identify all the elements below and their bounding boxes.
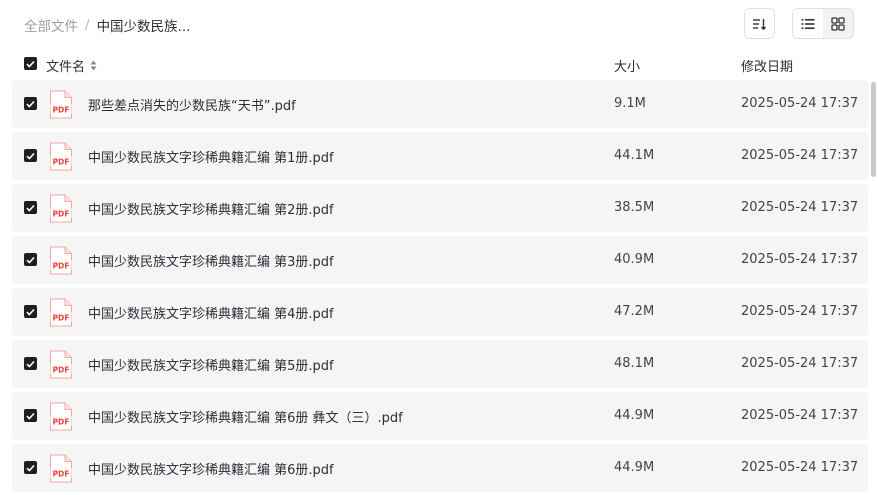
list-view-icon: [801, 18, 815, 29]
file-list: PDF 那些差点消失的少数民族“天书”.pdf 9.1M 2025-05-24 17:…: [12, 80, 868, 495]
checkmark-icon: [26, 204, 35, 212]
grid-view-icon: [831, 16, 845, 31]
top-bar: 全部文件 / 中国少数民族...: [0, 0, 878, 48]
row-checkbox[interactable]: [24, 357, 37, 370]
file-date: 2025-05-24 17:37: [741, 252, 859, 267]
checkmark-icon: [26, 308, 35, 316]
pdf-label: PDF: [53, 158, 70, 167]
checkmark-icon: [26, 412, 35, 420]
checkmark-icon: [26, 152, 35, 160]
file-date: 2025-05-24 17:37: [741, 460, 859, 475]
row-checkbox[interactable]: [24, 97, 37, 110]
sort-button[interactable]: [744, 8, 775, 39]
file-row[interactable]: PDF 中国少数民族文字珍稀典籍汇编 第1册.pdf 44.1M 2025-05-24…: [12, 132, 868, 180]
pdf-file-icon: PDF: [50, 402, 72, 431]
file-size: 40.9M: [614, 252, 655, 267]
file-row[interactable]: PDF 中国少数民族文字珍稀典籍汇编 第6册.pdf 44.9M 2025-05-24…: [12, 444, 868, 492]
row-checkbox[interactable]: [24, 461, 37, 474]
file-row[interactable]: PDF 中国少数民族文字珍稀典籍汇编 第5册.pdf 48.1M 2025-05-24…: [12, 340, 868, 388]
pdf-label: PDF: [53, 314, 70, 323]
pdf-file-icon: PDF: [50, 454, 72, 483]
file-name[interactable]: 那些差点消失的少数民族“天书”.pdf: [88, 95, 296, 114]
file-size: 47.2M: [614, 304, 655, 319]
row-checkbox[interactable]: [24, 201, 37, 214]
sort-icon: [753, 18, 767, 30]
table-header: 文件名 大小 修改日期: [12, 52, 868, 76]
grid-view-button[interactable]: [823, 9, 853, 38]
column-header-modified[interactable]: 修改日期: [741, 56, 793, 75]
column-header-name[interactable]: 文件名: [46, 56, 97, 75]
row-checkbox[interactable]: [24, 253, 37, 266]
file-name[interactable]: 中国少数民族文字珍稀典籍汇编 第1册.pdf: [88, 147, 334, 166]
file-date: 2025-05-24 17:37: [741, 148, 859, 163]
row-checkbox[interactable]: [24, 409, 37, 422]
checkmark-icon: [26, 464, 35, 472]
breadcrumb-separator: /: [85, 17, 90, 33]
pdf-file-icon: PDF: [50, 350, 72, 379]
file-size: 9.1M: [614, 96, 646, 111]
sort-caret-icon: [90, 60, 97, 71]
pdf-label: PDF: [53, 210, 70, 219]
pdf-label: PDF: [53, 418, 70, 427]
file-row[interactable]: PDF 中国少数民族文字珍稀典籍汇编 第3册.pdf 40.9M 2025-05-24…: [12, 236, 868, 284]
column-header-size[interactable]: 大小: [614, 56, 640, 75]
list-view-button[interactable]: [793, 9, 823, 38]
row-checkbox[interactable]: [24, 149, 37, 162]
file-date: 2025-05-24 17:37: [741, 356, 859, 371]
file-date: 2025-05-24 17:37: [741, 96, 859, 111]
checkmark-icon: [26, 60, 35, 68]
row-checkbox[interactable]: [24, 305, 37, 318]
file-name[interactable]: 中国少数民族文字珍稀典籍汇编 第4册.pdf: [88, 303, 334, 322]
file-size: 38.5M: [614, 200, 655, 215]
view-mode-toggle: [792, 8, 854, 39]
file-row[interactable]: PDF 中国少数民族文字珍稀典籍汇编 第6册 彝文（三）.pdf 44.9M 2025…: [12, 392, 868, 440]
breadcrumb-root-link[interactable]: 全部文件: [24, 15, 78, 35]
file-name[interactable]: 中国少数民族文字珍稀典籍汇编 第2册.pdf: [88, 199, 334, 218]
file-name[interactable]: 中国少数民族文字珍稀典籍汇编 第5册.pdf: [88, 355, 334, 374]
pdf-file-icon: PDF: [50, 142, 72, 171]
checkmark-icon: [26, 256, 35, 264]
checkmark-icon: [26, 100, 35, 108]
file-size: 44.9M: [614, 408, 655, 423]
column-header-name-label: 文件名: [46, 60, 86, 75]
file-row[interactable]: PDF 那些差点消失的少数民族“天书”.pdf 9.1M 2025-05-24 17:…: [12, 80, 868, 128]
breadcrumb: 全部文件 / 中国少数民族...: [24, 15, 190, 35]
file-size: 44.1M: [614, 148, 655, 163]
file-size: 44.9M: [614, 460, 655, 475]
pdf-label: PDF: [53, 366, 70, 375]
file-name[interactable]: 中国少数民族文字珍稀典籍汇编 第6册 彝文（三）.pdf: [88, 407, 403, 426]
file-size: 48.1M: [614, 356, 655, 371]
pdf-file-icon: PDF: [50, 90, 72, 119]
pdf-file-icon: PDF: [50, 298, 72, 327]
file-name[interactable]: 中国少数民族文字珍稀典籍汇编 第3册.pdf: [88, 251, 334, 270]
pdf-file-icon: PDF: [50, 246, 72, 275]
pdf-label: PDF: [53, 106, 70, 115]
file-name[interactable]: 中国少数民族文字珍稀典籍汇编 第6册.pdf: [88, 459, 334, 478]
pdf-label: PDF: [53, 470, 70, 479]
scrollbar-thumb[interactable]: [871, 82, 876, 177]
file-row[interactable]: PDF 中国少数民族文字珍稀典籍汇编 第2册.pdf 38.5M 2025-05-24…: [12, 184, 868, 232]
pdf-label: PDF: [53, 262, 70, 271]
pdf-file-icon: PDF: [50, 194, 72, 223]
select-all-checkbox[interactable]: [24, 57, 37, 70]
breadcrumb-current: 中国少数民族...: [96, 19, 191, 35]
file-date: 2025-05-24 17:37: [741, 200, 859, 215]
file-row[interactable]: PDF 中国少数民族文字珍稀典籍汇编 第4册.pdf 47.2M 2025-05-24…: [12, 288, 868, 336]
file-date: 2025-05-24 17:37: [741, 408, 859, 423]
file-date: 2025-05-24 17:37: [741, 304, 859, 319]
checkmark-icon: [26, 360, 35, 368]
